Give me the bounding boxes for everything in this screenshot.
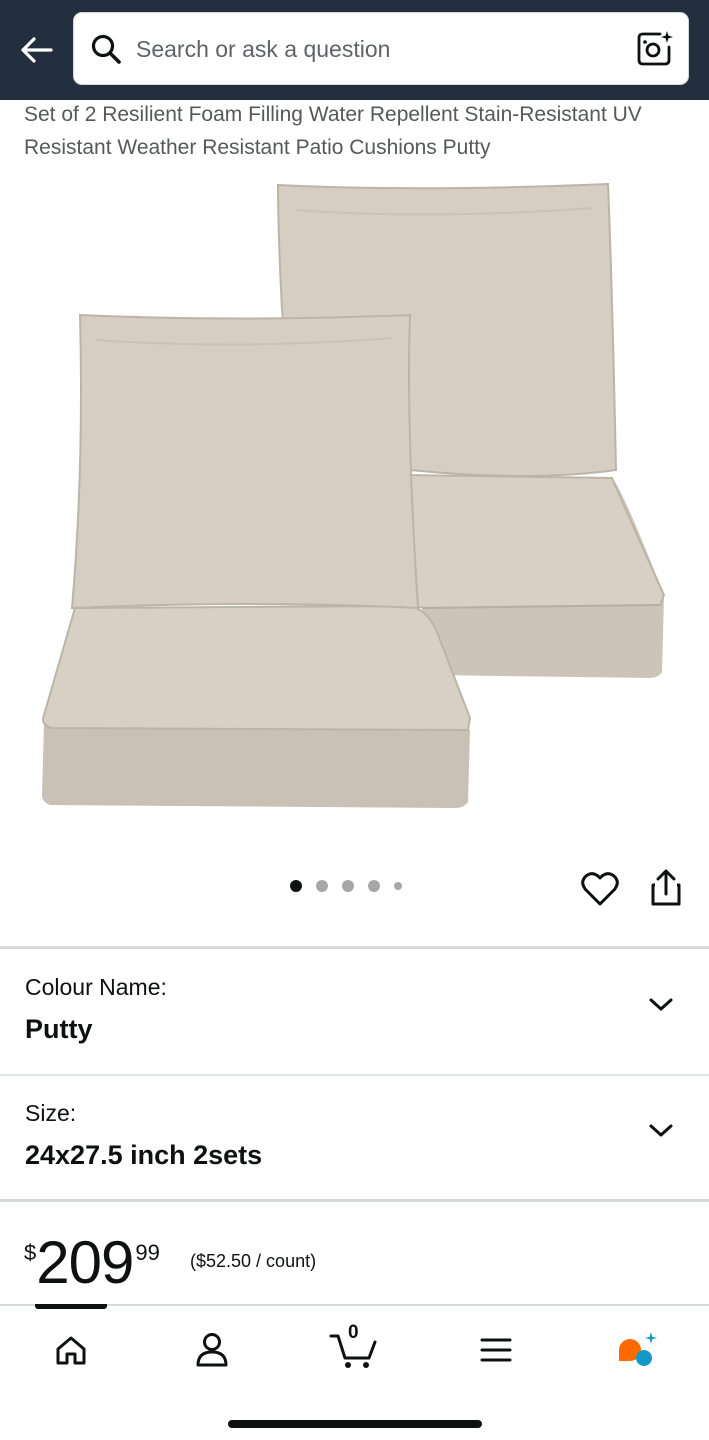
carousel-dot[interactable] xyxy=(290,880,302,892)
nav-account[interactable] xyxy=(182,1324,242,1376)
product-title[interactable]: Set of 2 Resilient Foam Filling Water Re… xyxy=(24,98,684,164)
nav-cart[interactable]: 0 xyxy=(323,1322,383,1376)
home-icon xyxy=(56,1336,86,1365)
section-divider xyxy=(0,946,709,949)
bottom-nav: 0 xyxy=(0,1304,709,1440)
carousel-dot[interactable] xyxy=(342,880,354,892)
search-input[interactable] xyxy=(136,31,606,67)
image-carousel-indicator[interactable] xyxy=(290,880,402,892)
colour-value: Putty xyxy=(25,1014,93,1044)
search-bar[interactable] xyxy=(73,12,689,85)
price-currency: $ xyxy=(24,1240,37,1265)
cushion-set-front xyxy=(42,313,472,808)
back-button[interactable] xyxy=(16,30,56,70)
carousel-dot[interactable] xyxy=(368,880,380,892)
carousel-dot[interactable] xyxy=(394,882,402,890)
assistant-icon xyxy=(619,1332,657,1366)
size-value: 24x27.5 inch 2sets xyxy=(25,1140,263,1170)
share-icon[interactable] xyxy=(648,868,684,908)
back-arrow-icon xyxy=(21,37,53,63)
nav-assistant[interactable] xyxy=(607,1324,667,1376)
colour-label: Colour Name: xyxy=(25,974,167,1000)
price-whole: 209 xyxy=(36,1229,134,1296)
price: $ 209 99 xyxy=(24,1232,160,1294)
home-indicator[interactable] xyxy=(228,1420,482,1428)
account-icon xyxy=(196,1333,228,1367)
active-tab-indicator xyxy=(35,1304,107,1309)
size-selector[interactable]: Size: 24x27.5 inch 2sets xyxy=(0,1076,709,1198)
top-bar xyxy=(0,0,709,100)
chevron-down-icon xyxy=(649,998,673,1011)
price-fraction: 99 xyxy=(135,1240,160,1265)
heart-icon[interactable] xyxy=(580,870,620,908)
section-divider xyxy=(0,1199,709,1202)
carousel-dot[interactable] xyxy=(316,880,328,892)
size-label: Size: xyxy=(25,1100,77,1126)
nav-home[interactable] xyxy=(41,1324,101,1376)
unit-price: ($52.50 / count) xyxy=(190,1251,317,1271)
camera-lens-icon[interactable] xyxy=(634,29,674,69)
nav-menu[interactable] xyxy=(466,1324,526,1376)
menu-icon xyxy=(480,1338,512,1362)
search-icon xyxy=(91,34,121,64)
chevron-down-icon xyxy=(649,1124,673,1137)
cart-count: 0 xyxy=(348,1322,359,1343)
colour-selector[interactable]: Colour Name: Putty xyxy=(0,950,709,1072)
product-image[interactable] xyxy=(0,170,709,830)
